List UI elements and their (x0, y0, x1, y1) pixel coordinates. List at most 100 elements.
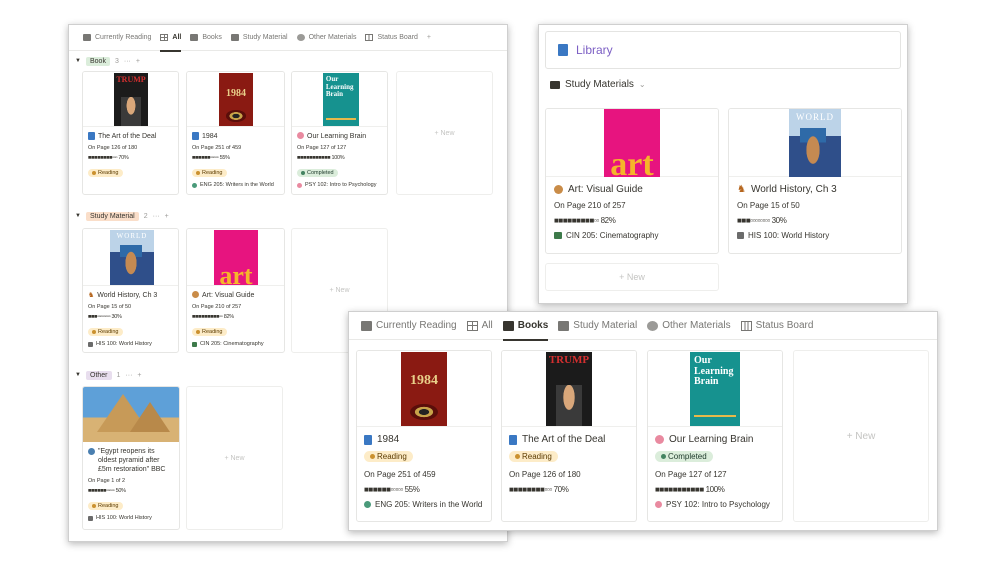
course-link[interactable]: HIS 100: World History (88, 341, 173, 347)
status-badge: Reading (192, 169, 227, 177)
more-options-icon[interactable]: ··· (124, 58, 131, 65)
more-options-icon[interactable]: ··· (153, 213, 160, 220)
cover-image: Our Learning Brain (690, 352, 740, 426)
card-art-visual-guide[interactable]: art Art: Visual Guide On Page 210 of 257… (545, 108, 719, 254)
tab-currently-reading[interactable]: Currently Reading (361, 312, 457, 340)
collapse-triangle-icon[interactable]: ▼ (75, 58, 81, 64)
page-progress-text: On Page 15 of 50 (88, 304, 132, 310)
status-badge: Reading (192, 328, 227, 336)
card-title: World History, Ch 3 (750, 184, 837, 195)
tab-all[interactable]: All (160, 25, 181, 52)
progress-bar: ■■■■■■■■■▫▫ 82% (554, 216, 616, 225)
card-1984[interactable]: 1984 1984 Reading On Page 251 of 459 ■■■… (356, 350, 492, 522)
status-badge: Completed (655, 451, 713, 462)
group-tag: Book (86, 56, 110, 66)
cover-image: WORLD (110, 230, 154, 285)
add-item-button[interactable]: + (165, 213, 169, 220)
more-options-icon[interactable]: ··· (125, 372, 132, 379)
group-header-other[interactable]: ▼ Other 1 ··· + (75, 367, 142, 383)
building-icon (88, 341, 93, 347)
course-link[interactable]: HIS 100: World History (737, 231, 893, 240)
card-our-learning-brain[interactable]: Our Learning Brain Our Learning Brain On… (291, 71, 388, 195)
course-link[interactable]: ENG 205: Writers in the World (364, 500, 484, 509)
page-progress-text: On Page 251 of 459 (364, 470, 436, 479)
course-link[interactable]: CIN 205: Cinematography (192, 341, 279, 347)
tab-books[interactable]: Books (190, 25, 222, 51)
page-progress-text: On Page 210 of 257 (192, 304, 242, 310)
film-icon (554, 232, 562, 239)
status-badge: Reading (364, 451, 413, 462)
tab-other-materials[interactable]: Other Materials (296, 25, 356, 51)
card-title: Our Learning Brain (669, 434, 754, 445)
building-icon (88, 515, 93, 521)
camel-icon: ♞ (88, 292, 95, 299)
tab-status-board[interactable]: Status Board (365, 25, 418, 51)
progress-bar: ■■■■■■■■▫▫▫ 70% (509, 485, 569, 494)
book-icon (509, 434, 517, 445)
collapse-triangle-icon[interactable]: ▼ (75, 213, 81, 219)
folder-icon (230, 34, 239, 41)
card-art-of-the-deal[interactable]: TRUMP The Art of the Deal Reading On Pag… (501, 350, 637, 522)
view-tabs: Currently Reading All Books Study Materi… (349, 312, 937, 341)
book-icon (192, 132, 199, 140)
card-our-learning-brain[interactable]: Our Learning Brain Our Learning Brain Co… (647, 350, 783, 522)
page-progress-text: On Page 126 of 180 (509, 470, 581, 479)
folder-icon (502, 320, 514, 331)
course-link[interactable]: ENG 205: Writers in the World (192, 182, 279, 188)
card-title: The Art of the Deal (98, 133, 157, 140)
new-card-button[interactable]: + New (396, 71, 493, 195)
group-tag: Study Material (86, 211, 139, 221)
tab-all[interactable]: All (466, 312, 493, 340)
course-link[interactable]: CIN 205: Cinematography (554, 231, 710, 240)
tab-study-material[interactable]: Study Material (558, 312, 637, 340)
page-title[interactable]: Library (576, 43, 613, 57)
collapse-triangle-icon[interactable]: ▼ (75, 372, 81, 378)
group-header-book[interactable]: ▼ Book 3 ··· + (75, 53, 140, 69)
section-toggle[interactable]: Study Materials ⌄ (550, 79, 646, 90)
status-badge: Reading (88, 169, 123, 177)
tab-currently-reading[interactable]: Currently Reading (83, 25, 151, 51)
globe-icon (192, 182, 197, 188)
card-art-visual-guide[interactable]: art Art: Visual Guide On Page 210 of 257… (186, 228, 285, 353)
new-card-button[interactable]: + New (545, 263, 719, 291)
course-link[interactable]: PSY 102: Intro to Psychology (655, 500, 775, 509)
progress-bar: ■■■■■■▫▫▫▫▫ 50% (88, 488, 126, 494)
tab-status-board[interactable]: Status Board (740, 312, 813, 340)
new-card-button[interactable]: + New (793, 350, 929, 522)
card-art-of-the-deal[interactable]: TRUMP The Art of the Deal On Page 126 of… (82, 71, 179, 195)
page-progress-text: On Page 127 of 127 (297, 145, 347, 151)
card-1984[interactable]: 1984 1984 On Page 251 of 459 ■■■■■■▫▫▫▫▫… (186, 71, 285, 195)
cover-image: WORLD (789, 109, 841, 177)
cover-image: art (604, 109, 660, 177)
group-header-study-material[interactable]: ▼ Study Material 2 ··· + (75, 208, 169, 224)
card-title: Our Learning Brain (307, 133, 367, 140)
add-item-button[interactable]: + (136, 58, 140, 65)
tab-books[interactable]: Books (502, 312, 548, 341)
card-world-history[interactable]: WORLD ♞ World History, Ch 3 On Page 15 of… (728, 108, 902, 254)
cover-image: TRUMP (546, 352, 592, 426)
add-item-button[interactable]: + (137, 372, 141, 379)
add-view-button[interactable]: + (427, 34, 431, 41)
card-egypt-article[interactable]: "Egypt reopens its oldest pyramid after … (82, 386, 180, 530)
view-tabs: Currently Reading All Books Study Materi… (69, 25, 507, 52)
group-count: 2 (143, 212, 148, 220)
card-world-history[interactable]: WORLD ♞ World History, Ch 3 On Page 15 of… (82, 228, 179, 353)
tab-other-materials[interactable]: Other Materials (647, 312, 731, 340)
brain-icon (297, 132, 304, 139)
folder-icon (550, 80, 560, 89)
tab-study-material[interactable]: Study Material (230, 25, 288, 51)
globe-icon (88, 448, 95, 455)
course-link[interactable]: HIS 100: World History (88, 515, 174, 521)
books-view-window: Currently Reading All Books Study Materi… (348, 311, 938, 531)
course-link[interactable]: PSY 102: Intro to Psychology (297, 182, 382, 188)
group-count: 1 (116, 371, 121, 379)
card-title: "Egypt reopens its oldest pyramid after … (98, 448, 166, 473)
palette-icon (192, 291, 199, 298)
chevron-down-icon[interactable]: ⌄ (639, 80, 646, 89)
group-count: 3 (114, 57, 119, 65)
progress-bar: ■■■■■■■■▫▫▫ 70% (88, 155, 129, 161)
new-card-button[interactable]: + New (186, 386, 283, 530)
progress-bar: ■■■■■■■■■▫▫ 82% (192, 314, 234, 320)
film-icon (192, 341, 197, 347)
card-title: Art: Visual Guide (202, 292, 255, 299)
